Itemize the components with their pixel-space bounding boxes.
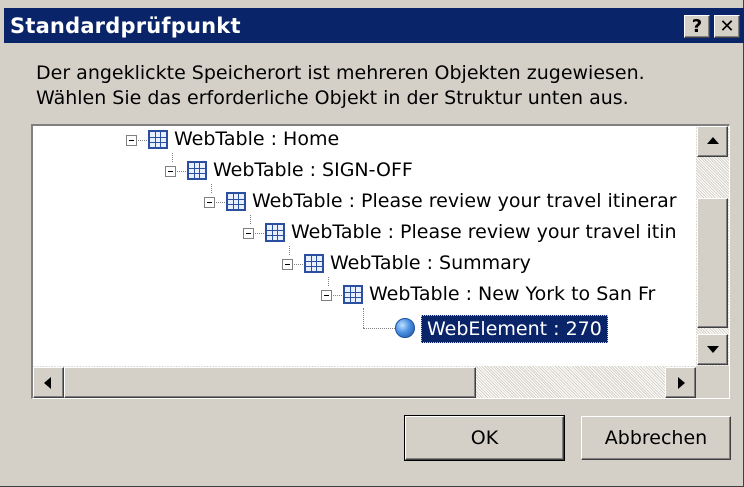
close-button[interactable]: ✕: [714, 15, 740, 38]
message-line-1: Der angeklickte Speicherort ist mehreren…: [36, 62, 645, 84]
ok-button[interactable]: OK: [404, 415, 565, 461]
dialog-title: Standardprüfpunkt: [10, 14, 241, 38]
scroll-down-button[interactable]: [697, 334, 728, 365]
tree-connector: [363, 328, 395, 329]
table-icon: [265, 223, 285, 242]
horizontal-scroll-thumb[interactable]: [64, 367, 476, 398]
tree-node-label: WebTable : Home: [174, 128, 340, 150]
table-icon: [304, 254, 324, 273]
selected-tree-node[interactable]: WebElement : 270: [421, 315, 608, 343]
cancel-button[interactable]: Abbrechen: [581, 416, 731, 460]
arrow-left-icon: [44, 377, 51, 389]
arrow-up-icon: [707, 137, 719, 144]
tree-node-label: WebTable : Summary: [330, 252, 531, 274]
tree-connector: [172, 153, 173, 162]
help-button[interactable]: ?: [684, 15, 710, 38]
collapse-toggle[interactable]: [126, 135, 137, 146]
collapse-toggle[interactable]: [204, 197, 215, 208]
scrollbar-corner: [696, 366, 729, 398]
table-icon: [343, 285, 363, 304]
arrow-right-icon: [678, 377, 685, 389]
table-icon: [226, 192, 246, 211]
object-tree[interactable]: WebTable : Home WebTable : SIGN-OFF WebT…: [31, 124, 730, 399]
title-bar[interactable]: Standardprüfpunkt ? ✕: [4, 8, 744, 43]
horizontal-scrollbar[interactable]: [33, 366, 696, 398]
arrow-down-icon: [707, 346, 719, 353]
collapse-toggle[interactable]: [321, 290, 332, 301]
tree-connector: [250, 215, 251, 224]
tree-connector: [363, 308, 364, 328]
tree-node-label: WebTable : Please review your travel iti…: [252, 190, 677, 212]
collapse-toggle[interactable]: [243, 228, 254, 239]
tree-viewport: WebTable : Home WebTable : SIGN-OFF WebT…: [33, 126, 696, 366]
dialog-window: Standardprüfpunkt ? ✕ Der angeklickte Sp…: [0, 0, 744, 487]
tree-connector: [289, 246, 290, 255]
vertical-scrollbar[interactable]: [696, 126, 729, 366]
tree-node-label: WebTable : Please review your travel iti…: [291, 221, 677, 243]
table-icon: [148, 130, 168, 149]
message-line-2: Wählen Sie das erforderliche Objekt in d…: [36, 87, 629, 109]
tree-connector: [211, 184, 212, 193]
tree-connector: [328, 277, 329, 286]
table-icon: [187, 161, 207, 180]
collapse-toggle[interactable]: [165, 166, 176, 177]
scroll-up-button[interactable]: [697, 126, 728, 157]
tree-node-label: WebTable : SIGN-OFF: [213, 159, 413, 181]
vertical-scroll-thumb[interactable]: [697, 198, 728, 328]
collapse-toggle[interactable]: [282, 259, 293, 270]
tree-node-label: WebTable : New York to San Fr: [369, 283, 656, 305]
globe-icon: [395, 318, 415, 338]
scroll-left-button[interactable]: [33, 367, 64, 398]
scroll-right-button[interactable]: [665, 367, 696, 398]
